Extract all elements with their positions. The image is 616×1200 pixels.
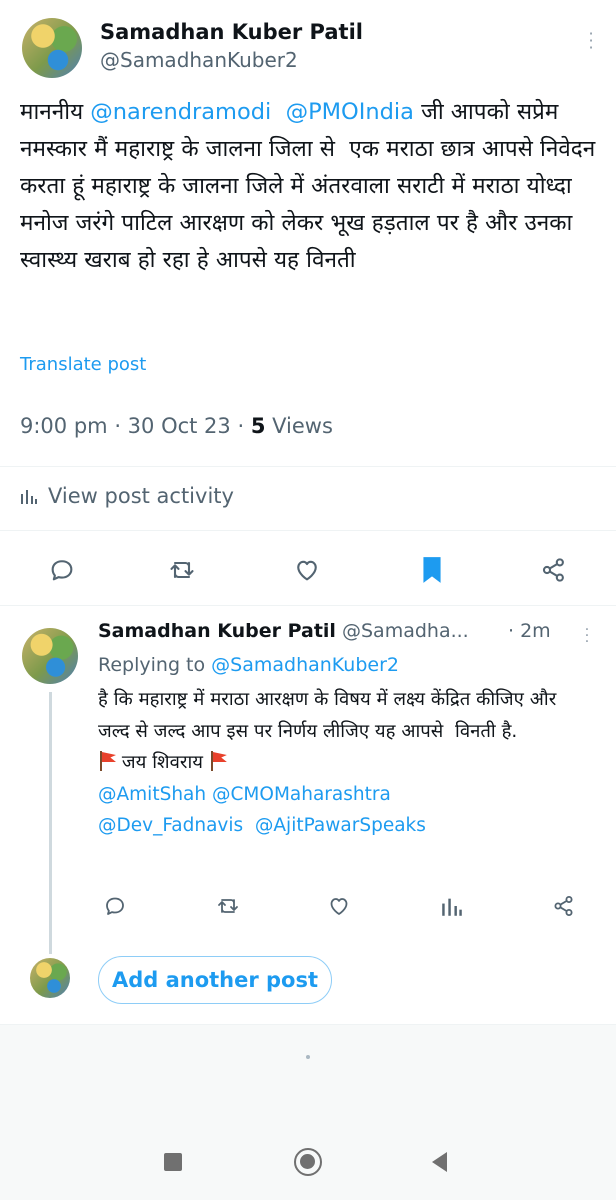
add-another-post-button[interactable]: Add another post — [98, 956, 332, 1004]
like-button[interactable] — [319, 884, 359, 928]
mention-pmoindia[interactable]: @PMOIndia — [286, 99, 414, 125]
reply-icon — [51, 560, 73, 581]
reply-more-options-icon[interactable]: · · · — [584, 623, 590, 649]
meta-separator: · — [237, 414, 251, 438]
mention-cmomaharashtra[interactable]: @CMOMaharashtra — [212, 784, 391, 805]
reply-header: Samadhan Kuber Patil @Samadha... — [98, 620, 469, 642]
reply-icon — [106, 897, 124, 915]
reply-time-value: 2m — [520, 620, 551, 642]
analytics-icon — [21, 490, 37, 504]
reply-author-avatar[interactable] — [22, 628, 78, 684]
reply-body: है कि महाराष्ट्र में मराठा आरक्षण के विष… — [98, 689, 563, 742]
translate-post-link[interactable]: Translate post — [20, 354, 146, 375]
bookmark-icon — [423, 557, 441, 583]
post-text: माननीय @narendramodi @PMOIndia जी आपको स… — [20, 94, 600, 279]
views-label: Views — [272, 414, 333, 438]
post-time: 9:00 pm — [20, 414, 108, 438]
reply-button[interactable] — [95, 884, 135, 928]
flag-icon — [98, 751, 116, 771]
post-text-intro: माननीय — [20, 99, 91, 125]
reply-time: · 2m — [508, 620, 551, 642]
page-indicator-dot — [306, 1055, 310, 1059]
divider — [0, 466, 616, 467]
like-button[interactable] — [287, 548, 327, 592]
recents-icon[interactable] — [164, 1153, 182, 1171]
main-post-actions — [0, 548, 616, 592]
meta-separator: · — [114, 414, 128, 438]
mention-narendramodi[interactable]: @narendramodi — [90, 99, 271, 125]
analytics-icon — [442, 898, 462, 916]
main-post-header: Samadhan Kuber Patil @SamadhanKuber2 · · · — [0, 0, 616, 90]
slogan: जय शिवराय — [116, 752, 209, 773]
author-handle[interactable]: @SamadhanKuber2 — [100, 48, 298, 72]
author-avatar[interactable] — [22, 18, 82, 78]
share-button[interactable] — [544, 884, 584, 928]
divider — [0, 530, 616, 531]
post-text-gap — [271, 99, 285, 125]
mention-amitshah[interactable]: @AmitShah — [98, 784, 206, 805]
views-count: 5 — [250, 414, 266, 438]
repost-button[interactable] — [162, 548, 202, 592]
share-button[interactable] — [534, 548, 574, 592]
replying-to: Replying to @SamadhanKuber2 — [98, 654, 399, 676]
reply-button[interactable] — [42, 548, 82, 592]
reply-author-name[interactable]: Samadhan Kuber Patil — [98, 620, 336, 642]
repost-button[interactable] — [208, 884, 248, 928]
repost-icon — [170, 561, 194, 579]
reply-post-actions — [0, 884, 616, 928]
more-options-icon[interactable]: · · · — [588, 26, 594, 56]
analytics-button[interactable] — [432, 884, 472, 928]
post-meta: 9:00 pm · 30 Oct 23 · 5 Views — [20, 414, 333, 438]
post-text-body: जी आपको सप्रेम नमस्कार मैं महाराष्ट्र के… — [20, 99, 603, 273]
post-date: 30 Oct 23 — [127, 414, 231, 438]
flag-icon — [209, 751, 227, 771]
bookmark-button[interactable] — [412, 548, 452, 592]
replying-to-mention[interactable]: @SamadhanKuber2 — [211, 654, 399, 676]
like-icon — [297, 560, 317, 581]
home-icon[interactable] — [294, 1148, 322, 1176]
divider — [0, 605, 616, 606]
reply-text: है कि महाराष्ट्र में मराठा आरक्षण के विष… — [98, 684, 588, 842]
reply-author-handle[interactable]: @Samadha... — [342, 620, 469, 642]
share-icon — [542, 558, 564, 582]
share-icon — [554, 896, 573, 916]
like-icon — [330, 898, 348, 915]
view-post-activity-link[interactable]: View post activity — [20, 484, 234, 508]
compose-avatar — [30, 958, 70, 998]
repost-icon — [218, 899, 238, 913]
mention-ajitpawarspeaks[interactable]: @AjitPawarSpeaks — [255, 815, 426, 836]
replying-prefix: Replying to — [98, 654, 212, 676]
activity-label: View post activity — [48, 484, 234, 508]
author-name[interactable]: Samadhan Kuber Patil — [100, 20, 363, 44]
back-icon[interactable] — [432, 1152, 447, 1172]
mention-dev-fadnavis[interactable]: @Dev_Fadnavis — [98, 815, 243, 836]
